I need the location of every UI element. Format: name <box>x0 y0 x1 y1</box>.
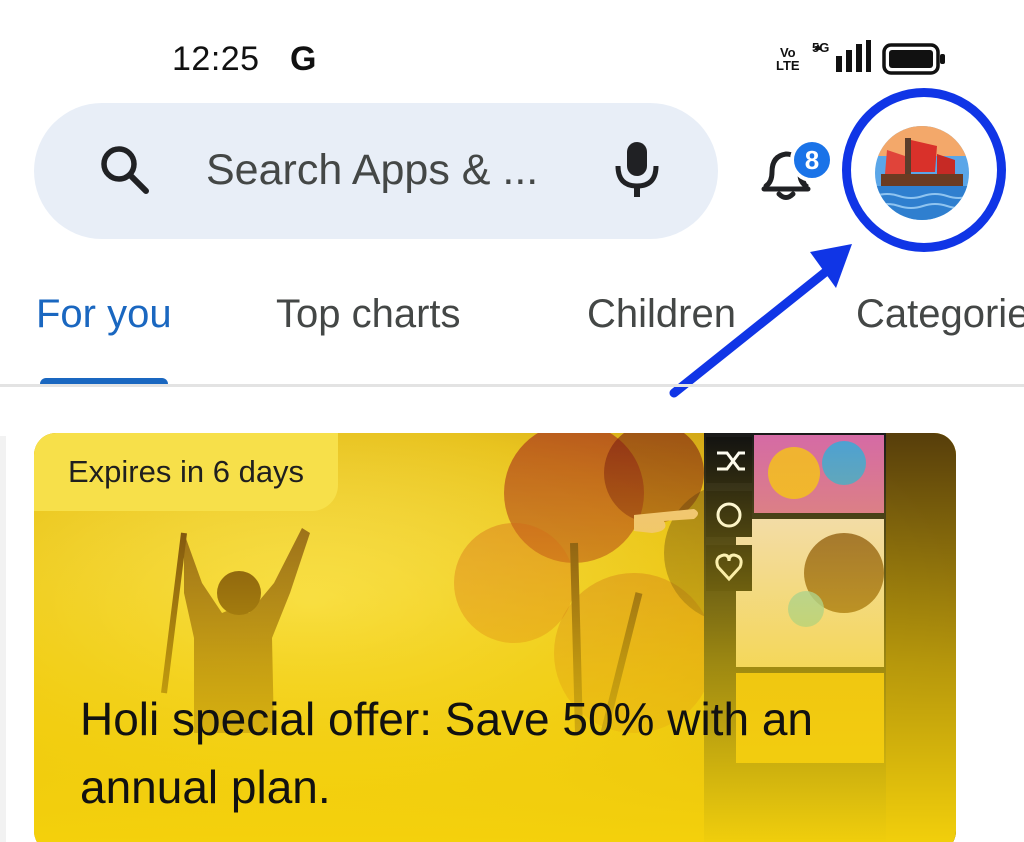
search-input[interactable]: Search Apps & ... <box>206 146 538 195</box>
tab-top-charts[interactable]: Top charts <box>276 292 461 337</box>
search-icon[interactable] <box>96 141 154 199</box>
tab-children[interactable]: Children <box>587 292 736 337</box>
tabs-divider <box>0 384 1024 387</box>
previous-card-edge[interactable] <box>0 436 6 842</box>
tab-for-you[interactable]: For you <box>36 292 172 337</box>
expires-badge: Expires in 6 days <box>34 433 339 511</box>
status-time: 12:25 <box>172 40 260 78</box>
volte-icon: Vo LTE <box>776 46 800 72</box>
mic-icon[interactable] <box>612 140 662 200</box>
notification-count-badge: 8 <box>790 138 834 182</box>
offer-title: Holi special offer: Save 50% with an ann… <box>80 693 813 813</box>
signal-icon <box>814 40 871 72</box>
profile-highlight-circle <box>842 88 1006 252</box>
tab-categories[interactable]: Categories <box>856 292 1024 337</box>
google-g-icon: G <box>290 40 317 78</box>
holi-offer-banner[interactable]: Expires in 6 days Holi special offer: Sa… <box>34 433 956 842</box>
volte-line-2: LTE <box>776 58 800 73</box>
battery-icon <box>882 43 945 75</box>
